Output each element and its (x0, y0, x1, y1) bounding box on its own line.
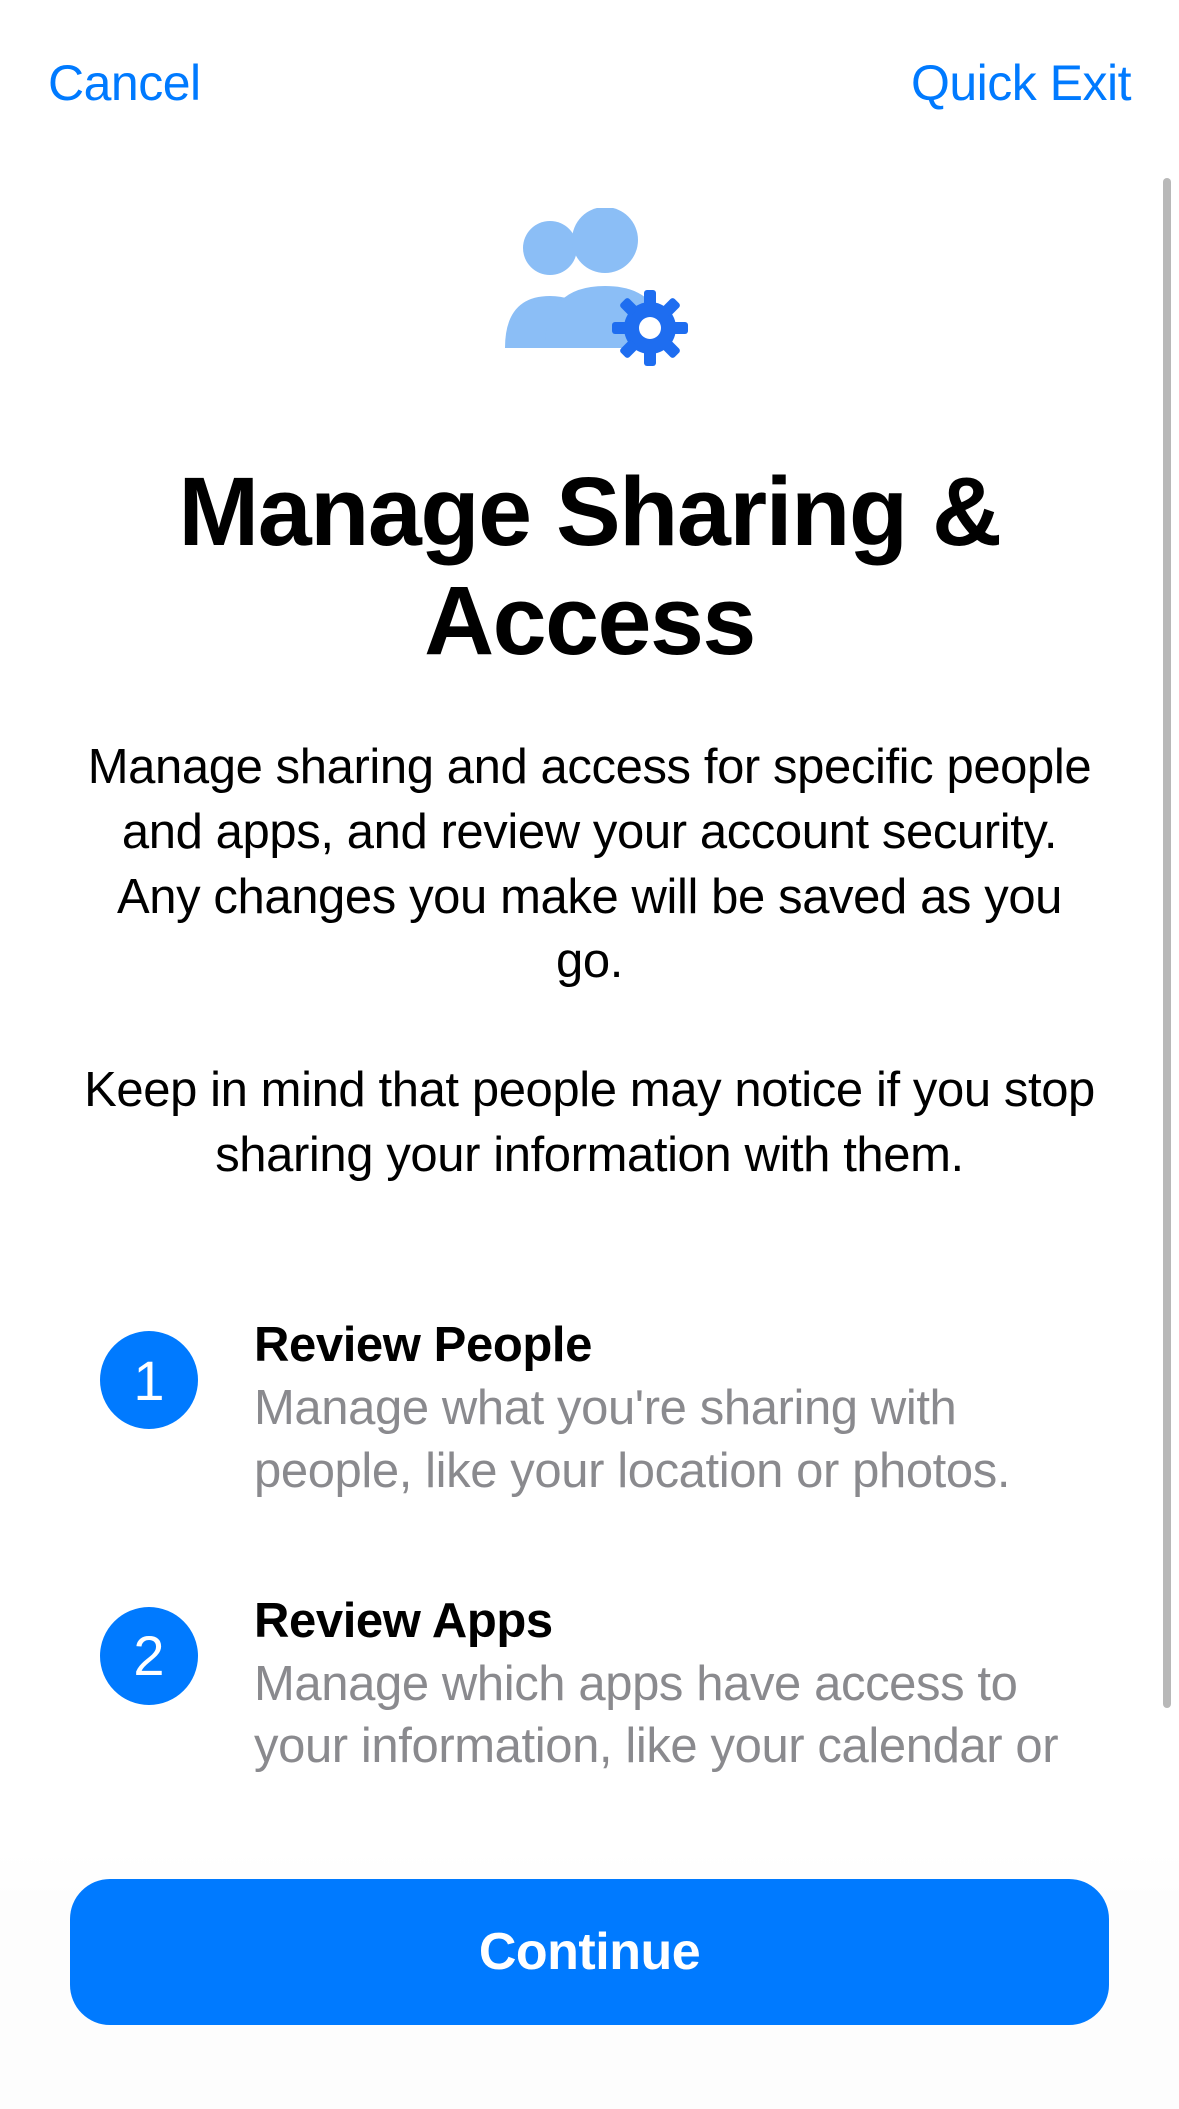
description-paragraph-2: Keep in mind that people may notice if y… (80, 1058, 1099, 1187)
bottom-bar: Continue (0, 1829, 1179, 2109)
step-description: Manage which apps have access to your in… (254, 1653, 1079, 1778)
step-text: Review People Manage what you're sharing… (254, 1317, 1079, 1502)
people-gear-icon (475, 208, 705, 368)
nav-bar: Cancel Quick Exit (0, 0, 1179, 128)
quick-exit-button[interactable]: Quick Exit (911, 54, 1131, 112)
continue-button[interactable]: Continue (70, 1879, 1109, 2025)
page-title: Manage Sharing & Access (60, 458, 1119, 675)
step-title: Review People (254, 1317, 1079, 1373)
cancel-button[interactable]: Cancel (48, 54, 201, 112)
scrollbar[interactable] (1163, 178, 1171, 1708)
step-text: Review Apps Manage which apps have acces… (254, 1593, 1079, 1778)
manage-sharing-sheet: Cancel Quick Exit (0, 0, 1179, 2109)
hero-icon-container (60, 128, 1119, 368)
content: Manage Sharing & Access Manage sharing a… (0, 128, 1179, 1778)
step-review-apps: 2 Review Apps Manage which apps have acc… (100, 1593, 1079, 1778)
scroll-area[interactable]: Manage Sharing & Access Manage sharing a… (0, 128, 1179, 2109)
step-number-badge: 1 (100, 1331, 198, 1429)
step-review-people: 1 Review People Manage what you're shari… (100, 1317, 1079, 1502)
page-description: Manage sharing and access for specific p… (60, 735, 1119, 1187)
steps-list: 1 Review People Manage what you're shari… (60, 1317, 1119, 1778)
description-paragraph-1: Manage sharing and access for specific p… (80, 735, 1099, 994)
step-number-badge: 2 (100, 1607, 198, 1705)
step-description: Manage what you're sharing with people, … (254, 1377, 1079, 1502)
step-title: Review Apps (254, 1593, 1079, 1649)
